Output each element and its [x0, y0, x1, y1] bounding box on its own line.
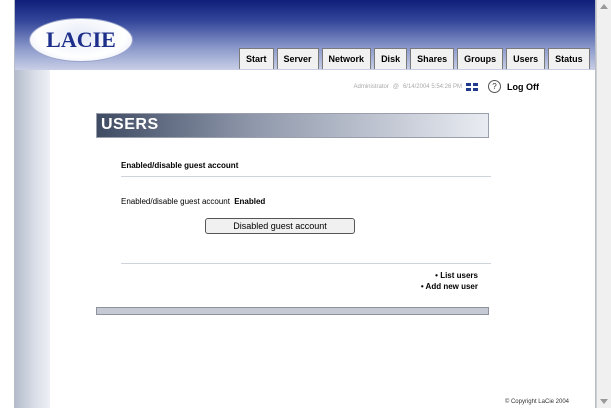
user-links: • List users • Add new user	[421, 270, 478, 292]
session-at: @	[392, 83, 399, 90]
browser-page: LACIE Start Server Network Disk Shares G…	[14, 0, 596, 408]
session-user: Administrator	[353, 83, 389, 90]
scroll-up-icon[interactable]	[600, 4, 608, 9]
logoff-link[interactable]: Log Off	[507, 82, 539, 92]
tab-disk[interactable]: Disk	[374, 48, 408, 69]
lacie-logo[interactable]: LACIE	[29, 18, 133, 62]
nav-tabs: Start Server Network Disk Shares Groups …	[239, 48, 590, 70]
main-content: Administrator @ 6/14/2004 5:54:26 PM ? L…	[53, 70, 595, 408]
tab-groups[interactable]: Groups	[457, 48, 504, 69]
copyright-footer: © Copyright LaCie 2004	[504, 399, 569, 405]
logo-text: LACIE	[46, 27, 116, 52]
guest-account-status: Enabled	[234, 197, 266, 206]
help-icon[interactable]: ?	[488, 80, 501, 93]
vertical-scrollbar[interactable]	[596, 0, 611, 408]
tab-status[interactable]: Status	[548, 48, 590, 69]
tab-start[interactable]: Start	[239, 48, 274, 69]
tab-server[interactable]: Server	[276, 48, 319, 69]
session-datetime: 6/14/2004 5:54:26 PM	[402, 83, 462, 90]
add-new-user-link[interactable]: • Add new user	[421, 281, 478, 292]
guest-account-heading: Enabled/disable guest account	[121, 161, 239, 170]
divider	[121, 263, 491, 264]
divider	[121, 176, 491, 177]
guest-account-label: Enabled/disable guest account	[121, 197, 230, 206]
tab-users[interactable]: Users	[506, 48, 546, 69]
session-info: Administrator @ 6/14/2004 5:54:26 PM ? L…	[354, 80, 539, 93]
disable-guest-account-button[interactable]: Disabled guest account	[205, 218, 355, 234]
tab-shares[interactable]: Shares	[410, 48, 455, 69]
section-bottom-bar	[96, 307, 489, 315]
scroll-down-icon[interactable]	[600, 399, 608, 404]
section-banner: USERS	[96, 113, 489, 138]
left-decorative-bar	[15, 70, 50, 408]
tab-network[interactable]: Network	[321, 48, 372, 69]
guest-account-field: Enabled/disable guest account Enabled	[121, 197, 265, 206]
header-banner: LACIE Start Server Network Disk Shares G…	[15, 0, 595, 70]
list-users-link[interactable]: • List users	[421, 270, 478, 281]
page-title: USERS	[101, 116, 159, 133]
uk-flag-icon[interactable]	[466, 82, 478, 91]
